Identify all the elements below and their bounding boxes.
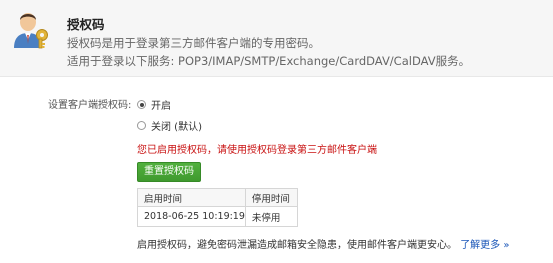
supported-services-line: 适用于登录以下服务: POP3/IMAP/SMTP/Exchange/CardD… (67, 54, 471, 68)
user-key-icon (11, 7, 51, 49)
disable-time-header: 停用时间 (244, 188, 298, 207)
table-header-row: 启用时间 停用时间 (137, 188, 298, 207)
enable-option-label: 开启 (151, 101, 171, 112)
enable-time-cell: 2018-06-25 10:19:19 (137, 206, 246, 227)
disable-time-cell: 未停用 (244, 206, 298, 227)
table-row: 2018-06-25 10:19:19 未停用 (137, 206, 298, 227)
header-panel: 授权码 授权码是用于登录第三方邮件客户端的专用密码。 适用于登录以下服务: PO… (0, 0, 553, 77)
disable-radio[interactable] (137, 121, 146, 130)
reset-auth-code-button[interactable]: 重置授权码 (137, 162, 201, 182)
disable-option[interactable]: 关闭 (默认) (137, 118, 202, 133)
auth-time-table: 启用时间 停用时间 2018-06-25 10:19:19 未停用 (137, 188, 298, 227)
disable-option-label: 关闭 (默认) (151, 122, 202, 133)
enable-radio[interactable] (137, 100, 146, 109)
footer-text: 启用授权码，避免密码泄漏造成邮箱安全隐患，使用邮件客户端更安心。 (137, 240, 457, 251)
footer-note: 启用授权码，避免密码泄漏造成邮箱安全隐患，使用邮件客户端更安心。 了解更多 » (137, 236, 510, 251)
status-warning-text: 您已启用授权码，请使用授权码登录第三方邮件客户端 (137, 145, 377, 156)
enable-option[interactable]: 开启 (137, 97, 171, 112)
chevron-right-icon[interactable]: » (503, 240, 509, 251)
description-line: 授权码是用于登录第三方邮件客户端的专用密码。 (67, 36, 320, 50)
learn-more-label[interactable]: 了解更多 (460, 240, 500, 251)
client-auth-code-label: 设置客户端授权码: (48, 100, 132, 111)
page-title: 授权码 (67, 17, 105, 32)
learn-more-link[interactable]: 了解更多 » (460, 240, 509, 251)
enable-time-header: 启用时间 (137, 188, 246, 207)
